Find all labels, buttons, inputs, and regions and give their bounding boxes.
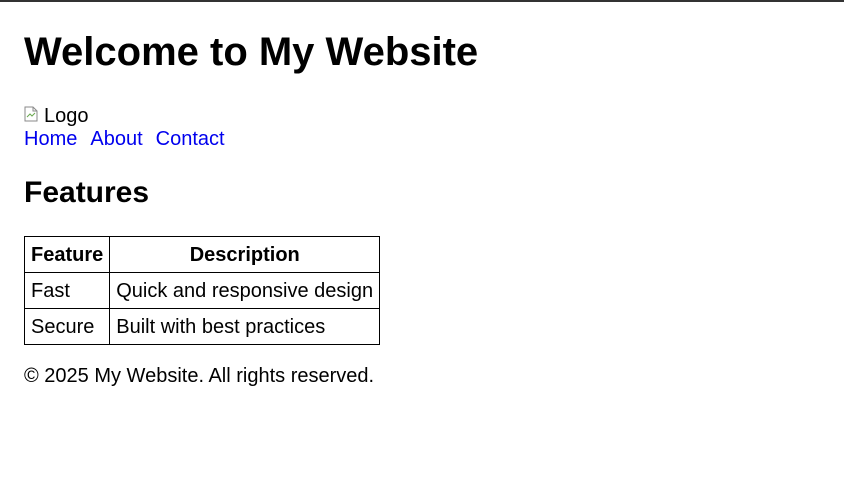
column-header-description: Description bbox=[109, 236, 381, 273]
features-table: Feature Description Fast Quick and respo… bbox=[23, 236, 381, 345]
broken-image-icon bbox=[24, 106, 38, 122]
nav-link-contact[interactable]: Contact bbox=[156, 128, 225, 150]
table-cell: Secure bbox=[23, 308, 111, 345]
column-header-feature: Feature bbox=[23, 236, 111, 273]
table-row: Secure Built with best practices bbox=[23, 308, 381, 345]
nav-link-about[interactable]: About bbox=[90, 128, 142, 150]
page-title: Welcome to My Website bbox=[24, 30, 479, 74]
copyright-text: © 2025 My Website. All rights reserved. bbox=[24, 365, 375, 387]
site-header: Welcome to My Website bbox=[24, 29, 820, 75]
features-heading: Features bbox=[24, 176, 150, 209]
table-cell: Quick and responsive design bbox=[109, 272, 381, 309]
table-cell: Built with best practices bbox=[109, 308, 381, 345]
features-section: Features Feature Description Fast Quick … bbox=[23, 176, 820, 345]
nav-link-home[interactable]: Home bbox=[24, 128, 77, 150]
site-footer: © 2025 My Website. All rights reserved. bbox=[24, 364, 820, 388]
main-nav: Home About Contact bbox=[24, 127, 820, 151]
logo: Logo bbox=[24, 105, 820, 127]
table-cell: Fast bbox=[23, 272, 111, 309]
page: Welcome to My Website Logo Home About Cont… bbox=[0, 29, 844, 388]
table-row: Fast Quick and responsive design bbox=[23, 272, 381, 309]
table-header-row: Feature Description bbox=[23, 236, 381, 273]
logo-alt-text: Logo bbox=[44, 105, 89, 127]
